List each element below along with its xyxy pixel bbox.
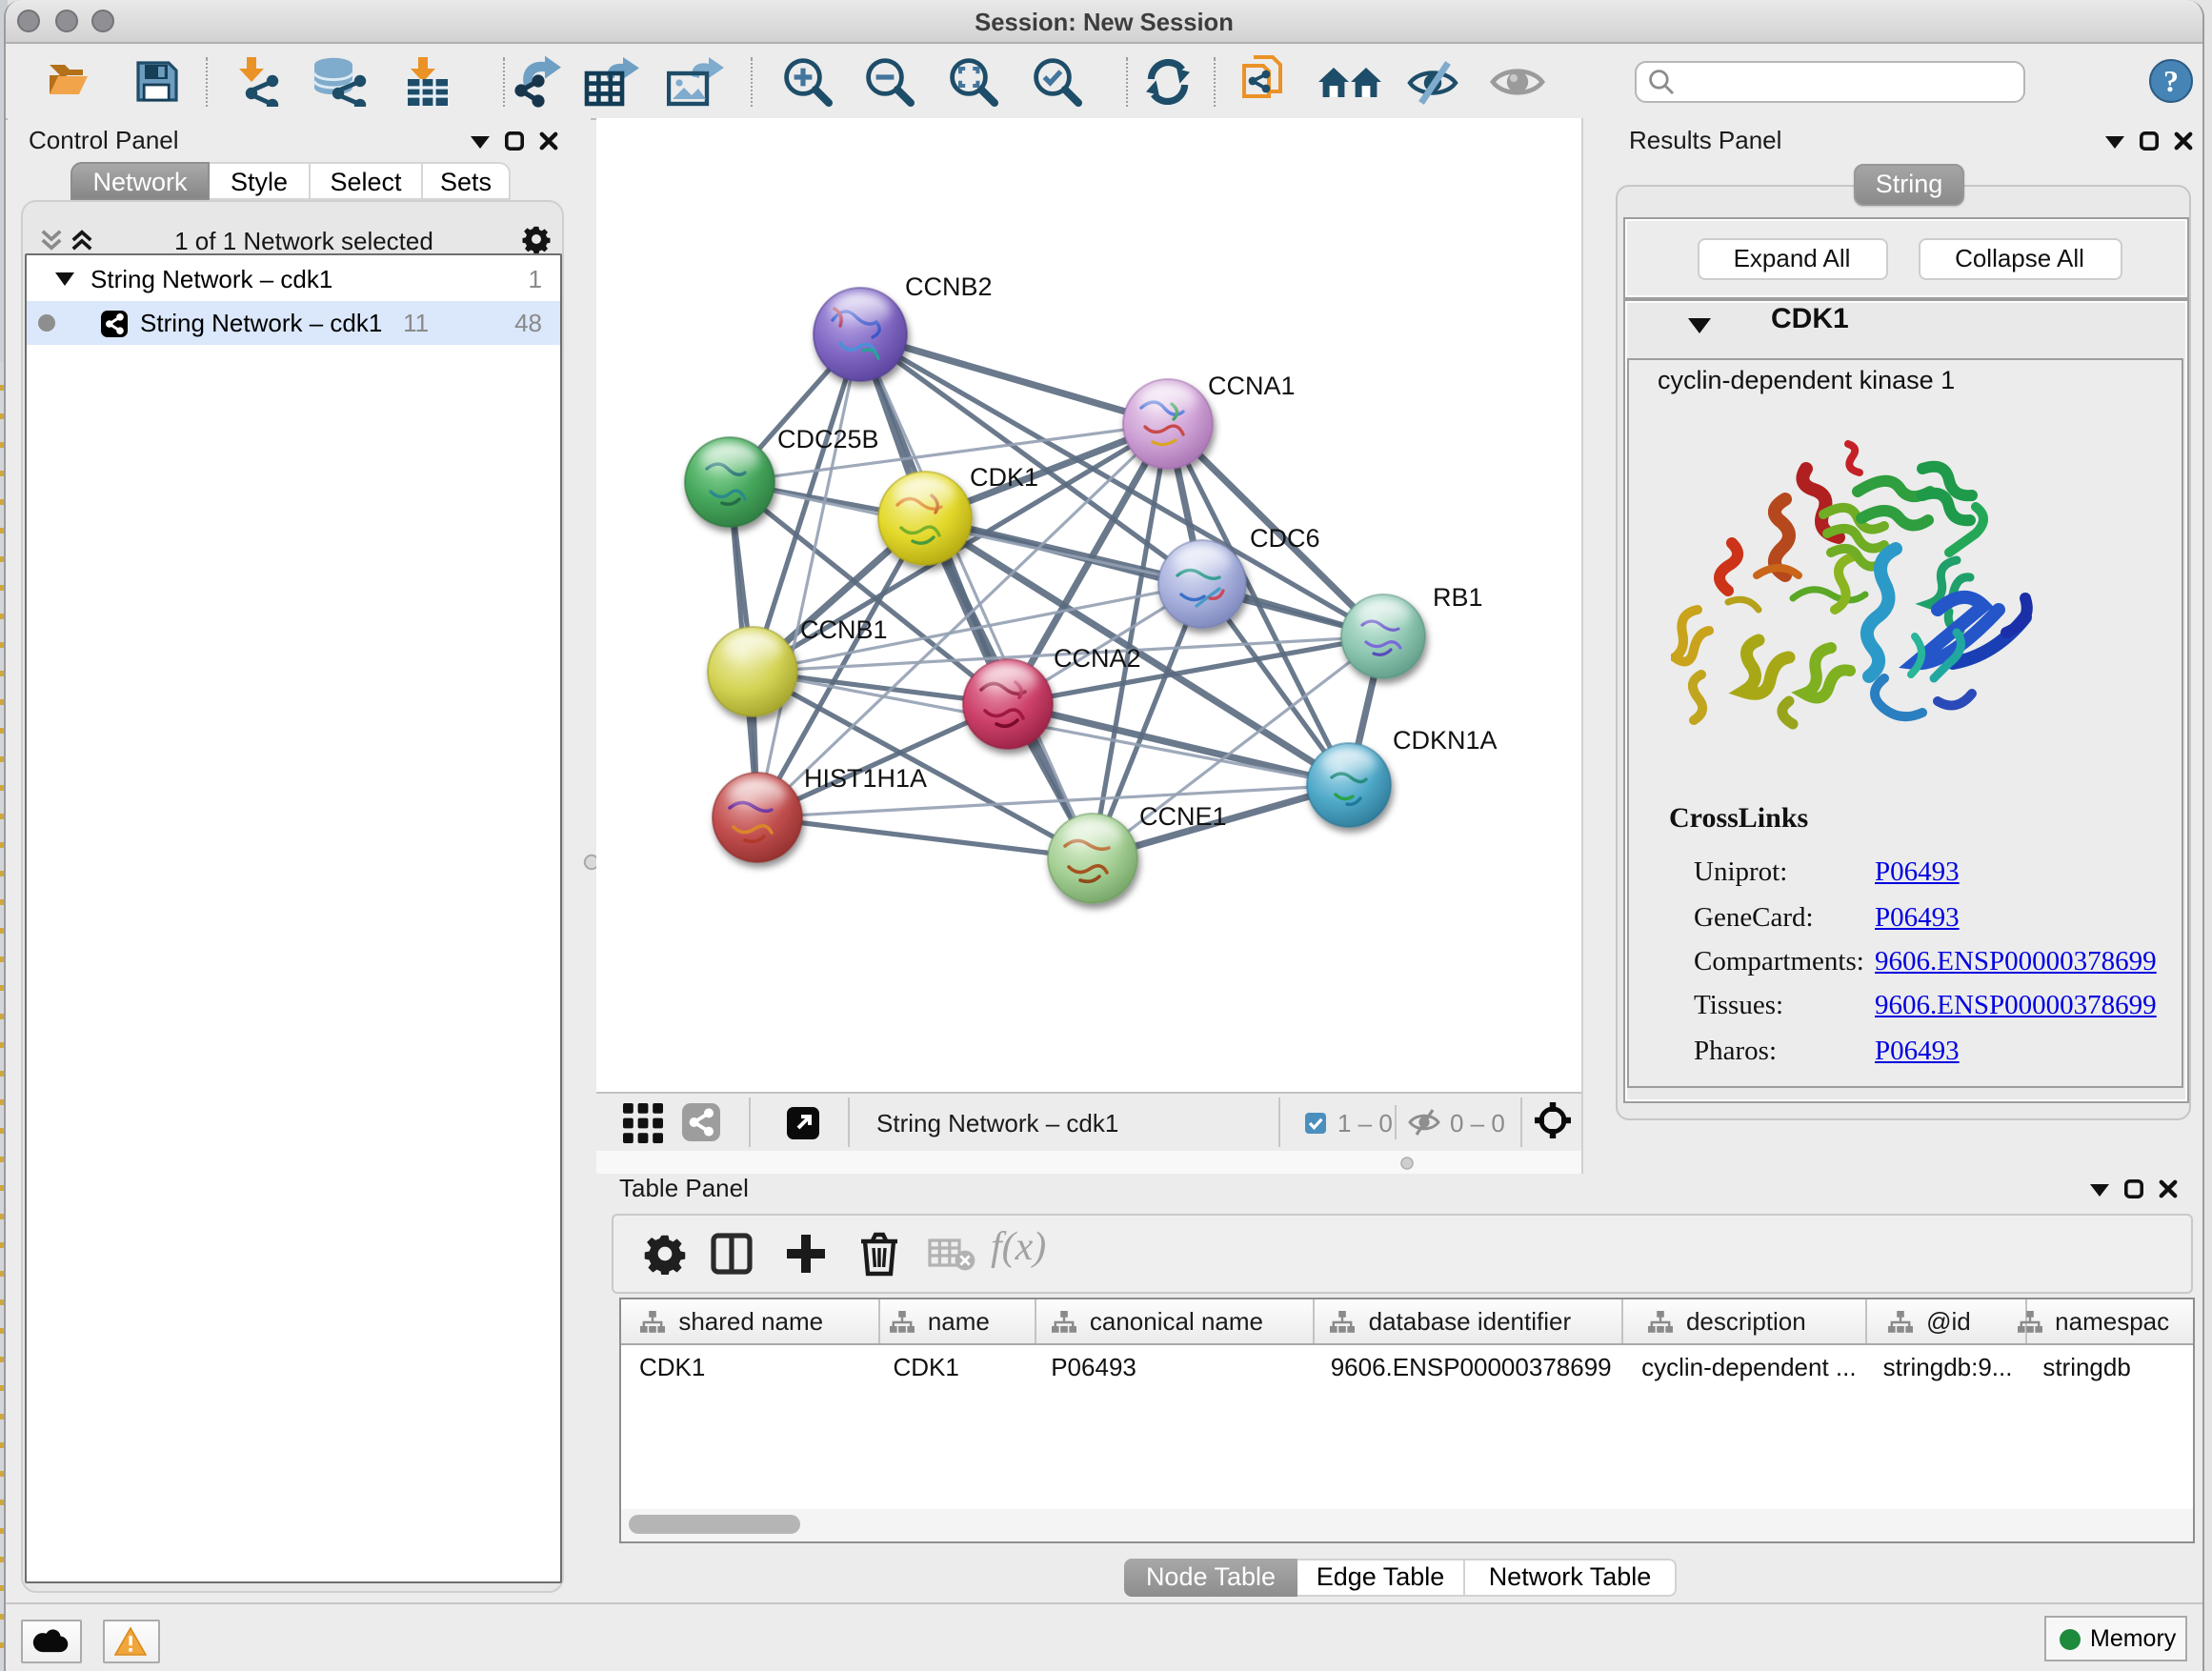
svg-text:CCNA1: CCNA1 (1208, 372, 1296, 400)
svg-text:CCNA2: CCNA2 (1054, 644, 1141, 673)
svg-text:CCNB2: CCNB2 (905, 272, 993, 301)
svg-text:HIST1H1A: HIST1H1A (804, 764, 927, 793)
svg-text:CCNB1: CCNB1 (800, 615, 888, 644)
svg-text:CDC25B: CDC25B (777, 425, 879, 453)
svg-text:RB1: RB1 (1433, 583, 1483, 612)
svg-text:CDC6: CDC6 (1250, 524, 1320, 553)
svg-text:CDKN1A: CDKN1A (1393, 726, 1498, 755)
svg-text:CCNE1: CCNE1 (1139, 802, 1227, 831)
svg-text:?: ? (2163, 64, 2179, 98)
svg-text:CDK1: CDK1 (970, 463, 1038, 492)
